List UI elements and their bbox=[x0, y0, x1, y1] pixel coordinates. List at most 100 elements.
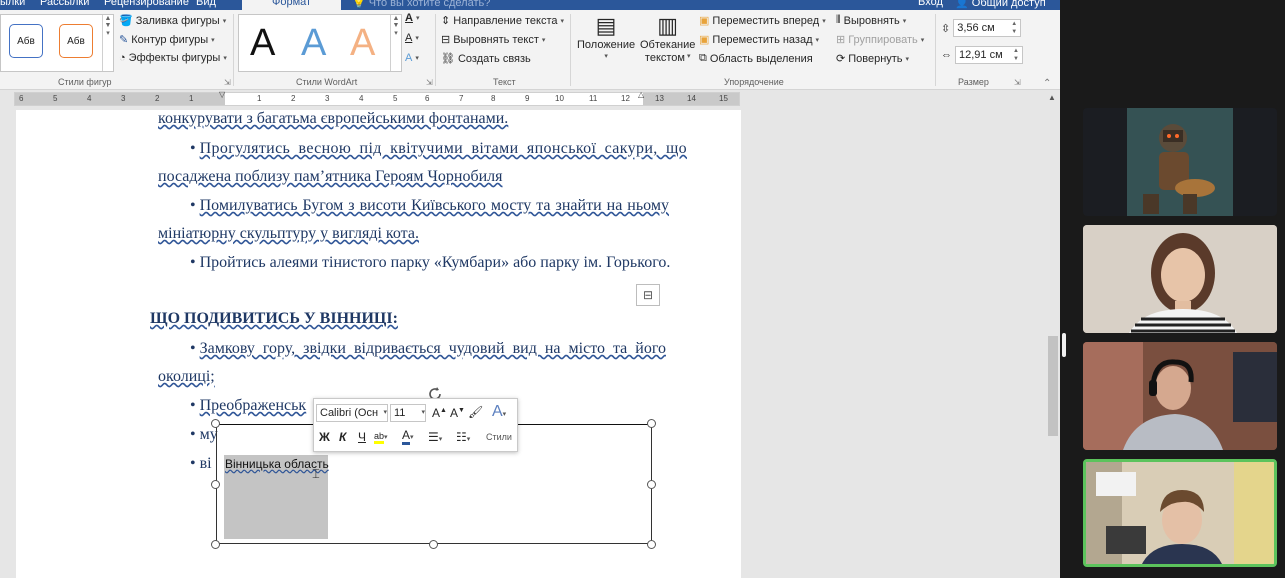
dialog-launcher-icon[interactable]: ⇲ bbox=[224, 78, 231, 87]
dropdown-arrow-icon: ▾ bbox=[604, 53, 608, 60]
wordart-orange[interactable]: A bbox=[350, 22, 375, 65]
dialog-launcher-icon[interactable]: ⇲ bbox=[1014, 78, 1021, 87]
rotate-button[interactable]: ⟳ Повернуть ▾ bbox=[836, 52, 910, 66]
resize-handle-right[interactable] bbox=[647, 480, 656, 489]
mini-font-select[interactable]: Calibri (Осн ▾ bbox=[316, 404, 388, 422]
dialog-launcher-icon[interactable]: ⇲ bbox=[426, 78, 433, 87]
tab-mailings[interactable]: Рассылки bbox=[40, 0, 89, 8]
dropdown-arrow-icon: ▾ bbox=[560, 17, 565, 25]
word-window: ылки Рассылки Рецензирование Вид Формат … bbox=[0, 0, 1060, 578]
first-line-indent-icon[interactable]: ▽ bbox=[219, 90, 225, 99]
wordart-gallery-scroll[interactable]: ▲ ▼ ▾ bbox=[390, 15, 401, 71]
shape-effects-label: Эффекты фигуры bbox=[128, 52, 221, 64]
collapse-ribbon-icon[interactable]: ⌃ bbox=[1043, 78, 1051, 89]
ruler-tick: 2 bbox=[291, 94, 296, 103]
shape-fill-label: Заливка фигуры bbox=[135, 14, 220, 27]
selection-pane-icon: ⧉ bbox=[699, 52, 707, 64]
text-direction-button[interactable]: ⇕ Направление текста ▾ bbox=[441, 14, 565, 28]
shrink-font-icon[interactable]: A▼ bbox=[450, 406, 465, 420]
dropdown-arrow-icon: ▾ bbox=[383, 409, 387, 416]
align-text-button[interactable]: ⊟ Выровнять текст ▾ bbox=[441, 33, 545, 47]
group-label-shape-styles: Стили фигур bbox=[58, 77, 112, 87]
shape-fill-button[interactable]: 🪣 Заливка фигуры ▾ bbox=[119, 14, 226, 28]
text-effects-button[interactable]: A ▾ bbox=[405, 52, 419, 64]
tell-me-box[interactable]: 💡 Что вы хотите сделать? bbox=[352, 0, 490, 9]
scroll-thumb[interactable] bbox=[1048, 336, 1058, 436]
wordart-black[interactable]: A bbox=[250, 22, 275, 65]
spinner-icon[interactable]: ▲ ▼ bbox=[1013, 47, 1022, 63]
bring-forward-button[interactable]: ▣ Переместить вперед ▾ bbox=[699, 14, 826, 28]
shape-outline-button[interactable]: ✎ Контур фигуры ▾ bbox=[119, 33, 215, 47]
right-indent-icon[interactable]: △ bbox=[638, 90, 644, 99]
gallery-more-icon: ▾ bbox=[394, 30, 398, 37]
selection-pane-button[interactable]: ⧉ Область выделения bbox=[699, 52, 813, 65]
video-tile-participant-1[interactable] bbox=[1083, 108, 1277, 216]
resize-handle-top-right[interactable] bbox=[647, 419, 656, 428]
tab-view[interactable]: Вид bbox=[196, 0, 216, 8]
create-link-button[interactable]: ⛓ Создать связь bbox=[441, 52, 531, 66]
group-objects-button[interactable]: ⊞ Группировать ▾ bbox=[836, 33, 924, 47]
participant-camera-feed bbox=[1083, 342, 1277, 450]
share-button[interactable]: 👤 Общий доступ bbox=[955, 0, 1046, 9]
vertical-scrollbar[interactable]: ▲ bbox=[1046, 92, 1060, 578]
panel-resize-grip[interactable] bbox=[1062, 333, 1066, 357]
gallery-more-icon: ▾ bbox=[106, 30, 110, 37]
paint-bucket-icon: 🪣 bbox=[119, 15, 133, 27]
underline-button[interactable]: Ч bbox=[358, 430, 366, 444]
send-backward-button[interactable]: ▣ Переместить назад ▾ bbox=[699, 33, 819, 47]
resize-handle-left[interactable] bbox=[211, 480, 220, 489]
doc-line: конкурувати з багатьма європейськими фон… bbox=[158, 110, 508, 128]
shape-width-value: 12,91 см bbox=[959, 49, 1003, 61]
resize-handle-bottom-left[interactable] bbox=[211, 540, 220, 549]
highlight-color-button[interactable]: ab▾ bbox=[374, 428, 388, 444]
shape-width-input[interactable]: 12,91 см ▲ ▼ bbox=[955, 46, 1023, 64]
doc-text: Помилуватись Бугом з висоти Київського м… bbox=[199, 197, 669, 214]
video-tile-participant-4[interactable] bbox=[1083, 459, 1277, 567]
bullets-icon: ☰ bbox=[428, 430, 439, 444]
shape-effects-button[interactable]: ◔ Эффекты фигуры ▾ bbox=[119, 52, 227, 64]
text-fill-button[interactable]: A ▾ bbox=[405, 12, 419, 24]
video-tile-participant-3[interactable] bbox=[1083, 342, 1277, 450]
resize-handle-bottom-right[interactable] bbox=[647, 540, 656, 549]
tab-references[interactable]: ылки bbox=[0, 0, 25, 8]
mini-size-select[interactable]: 11 ▾ bbox=[390, 404, 426, 422]
position-icon: ▤ bbox=[595, 13, 617, 38]
italic-button[interactable]: К bbox=[339, 430, 346, 444]
shape-height-row: ⇳ 3,56 см ▲ ▼ bbox=[941, 19, 1022, 37]
bold-button[interactable]: Ж bbox=[319, 430, 330, 444]
horizontal-ruler[interactable]: 6 5 4 3 2 1 1 2 3 4 5 6 7 8 9 10 11 12 1… bbox=[14, 92, 740, 106]
shape-style-orange[interactable]: Абв bbox=[59, 24, 93, 58]
position-button[interactable]: ▤ Положение ▾ bbox=[577, 13, 635, 61]
wrap-text-button[interactable]: ▥ Обтекание текстом ▾ bbox=[640, 14, 695, 65]
spinner-icon[interactable]: ▲ ▼ bbox=[1011, 20, 1020, 36]
ruler-tick: 8 bbox=[491, 94, 496, 103]
styles-label[interactable]: Стили bbox=[486, 432, 512, 442]
dropdown-arrow-icon: ▾ bbox=[905, 55, 910, 63]
grow-font-icon[interactable]: A▲ bbox=[432, 406, 447, 420]
bullets-button[interactable]: ☰▾ bbox=[428, 430, 442, 444]
doc-text: Пройтись алеями тінистого парку «Кумбари… bbox=[199, 254, 671, 271]
styles-icon[interactable]: A▾ bbox=[492, 403, 506, 421]
font-color-button[interactable]: A▾ bbox=[402, 428, 414, 445]
shape-gallery-scroll[interactable]: ▲ ▼ ▾ bbox=[102, 15, 113, 71]
bullet-glyph: • bbox=[190, 254, 196, 271]
text-outline-button[interactable]: A ▾ bbox=[405, 32, 419, 44]
tab-format[interactable]: Формат bbox=[242, 0, 342, 10]
tab-review[interactable]: Рецензирование bbox=[104, 0, 189, 8]
shape-style-blue[interactable]: Абв bbox=[9, 24, 43, 58]
video-tile-participant-2[interactable] bbox=[1083, 225, 1277, 333]
shape-height-input[interactable]: 3,56 см ▲ ▼ bbox=[953, 19, 1022, 37]
resize-handle-top-left[interactable] bbox=[211, 419, 220, 428]
wordart-blue[interactable]: A bbox=[301, 22, 326, 65]
doc-text: посаджена поблизу пам’ятника Героям Чорн… bbox=[158, 168, 503, 185]
numbering-button[interactable]: ☷▾ bbox=[456, 430, 470, 444]
highlighter-icon: ab bbox=[374, 431, 385, 444]
scroll-up-arrow-icon[interactable]: ▲ bbox=[1048, 93, 1056, 102]
layout-options-button[interactable]: ⊟ bbox=[636, 284, 660, 306]
resize-handle-bottom[interactable] bbox=[429, 540, 438, 549]
participant-avatar-image bbox=[1127, 108, 1233, 216]
align-button[interactable]: ⫴ Выровнять ▾ bbox=[836, 14, 906, 27]
format-painter-icon[interactable]: 🖌 bbox=[468, 405, 483, 419]
signin-link[interactable]: Вход bbox=[918, 0, 943, 8]
ruler-tick: 5 bbox=[53, 94, 58, 103]
